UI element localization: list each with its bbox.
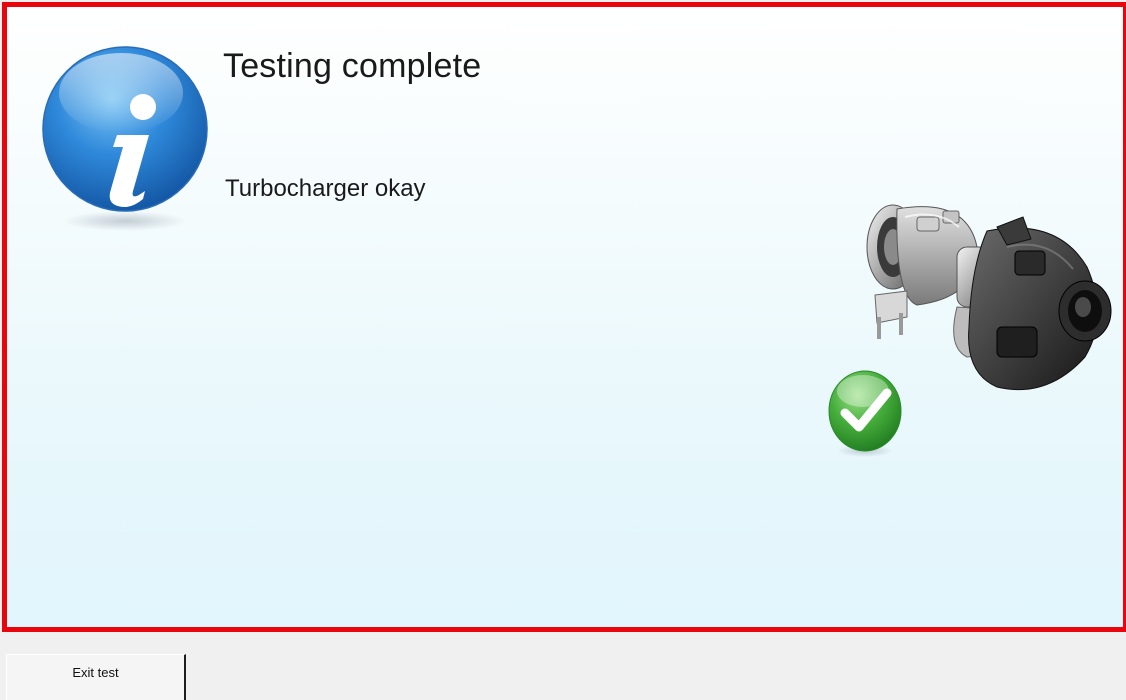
exit-test-button[interactable]: Exit test — [6, 654, 186, 700]
page-title: Testing complete — [223, 47, 482, 85]
result-message: Turbocharger okay — [225, 175, 426, 202]
result-panel: Testing complete Turbocharger okay — [2, 2, 1126, 632]
green-check-icon — [828, 370, 902, 457]
test-result-screen: Testing complete Turbocharger okay Exit … — [0, 0, 1126, 700]
footer-bar: Exit test — [0, 634, 1126, 700]
info-icon — [42, 46, 208, 231]
